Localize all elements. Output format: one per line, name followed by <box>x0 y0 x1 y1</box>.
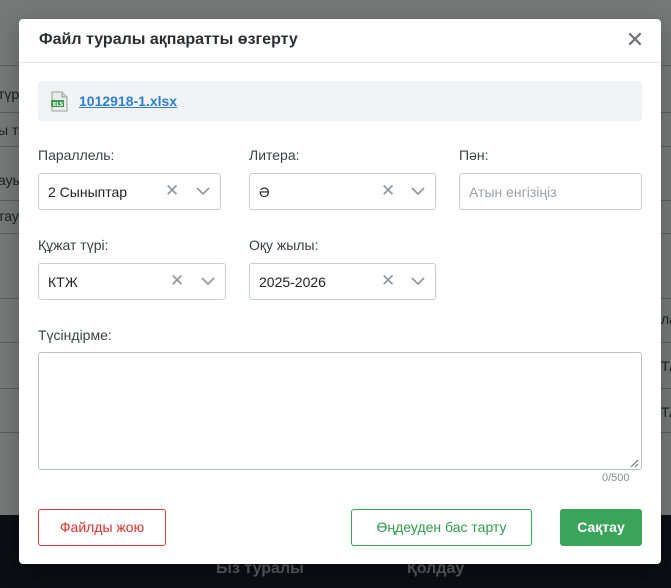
file-info-box: XLS 1012918-1.xlsx <box>38 81 642 121</box>
chevron-down-icon[interactable] <box>411 276 425 286</box>
chevron-down-icon[interactable] <box>201 276 215 286</box>
close-icon[interactable]: ✕ <box>621 26 649 54</box>
clear-icon[interactable]: ✕ <box>381 272 395 289</box>
chevron-down-icon[interactable] <box>196 186 210 196</box>
parallel-label: Параллель: <box>38 147 115 163</box>
comment-label: Түсіндірме: <box>38 327 112 343</box>
doc-type-value: КТЖ <box>48 274 78 290</box>
resize-handle-icon[interactable] <box>629 458 639 468</box>
delete-file-button[interactable]: Файлды жою <box>38 509 166 546</box>
doc-type-select[interactable]: КТЖ ✕ <box>38 263 226 300</box>
clear-icon[interactable]: ✕ <box>165 182 179 199</box>
academic-year-value: 2025-2026 <box>259 274 326 290</box>
academic-year-label: Оқу жылы: <box>249 237 319 253</box>
clear-icon[interactable]: ✕ <box>381 182 395 199</box>
doc-type-label: Құжат түрі: <box>38 237 109 253</box>
parallel-select[interactable]: 2 Сыныптар ✕ <box>38 173 221 210</box>
chevron-down-icon[interactable] <box>411 186 425 196</box>
academic-year-select[interactable]: 2025-2026 ✕ <box>249 263 436 300</box>
edit-file-modal: Файл туралы ақпаратты өзгерту ✕ XLS 1012… <box>19 19 661 564</box>
save-button[interactable]: Сақтау <box>560 509 642 546</box>
subject-label: Пән: <box>459 147 489 163</box>
subject-input[interactable] <box>459 173 642 210</box>
modal-header: Файл туралы ақпаратты өзгерту ✕ <box>19 19 661 63</box>
character-counter: 0/500 <box>602 472 630 484</box>
file-name-link[interactable]: 1012918-1.xlsx <box>79 93 177 109</box>
modal-title: Файл туралы ақпаратты өзгерту <box>39 31 298 48</box>
xls-file-icon: XLS <box>51 91 68 112</box>
parallel-value: 2 Сыныптар <box>48 184 128 200</box>
clear-icon[interactable]: ✕ <box>170 272 184 289</box>
svg-text:XLS: XLS <box>53 102 64 108</box>
cancel-edit-button[interactable]: Өңдеуден бас тарту <box>351 509 532 546</box>
litera-select[interactable]: Ә ✕ <box>249 173 436 210</box>
litera-label: Литера: <box>249 147 300 163</box>
comment-textarea[interactable] <box>38 352 642 470</box>
litera-value: Ә <box>259 184 270 200</box>
